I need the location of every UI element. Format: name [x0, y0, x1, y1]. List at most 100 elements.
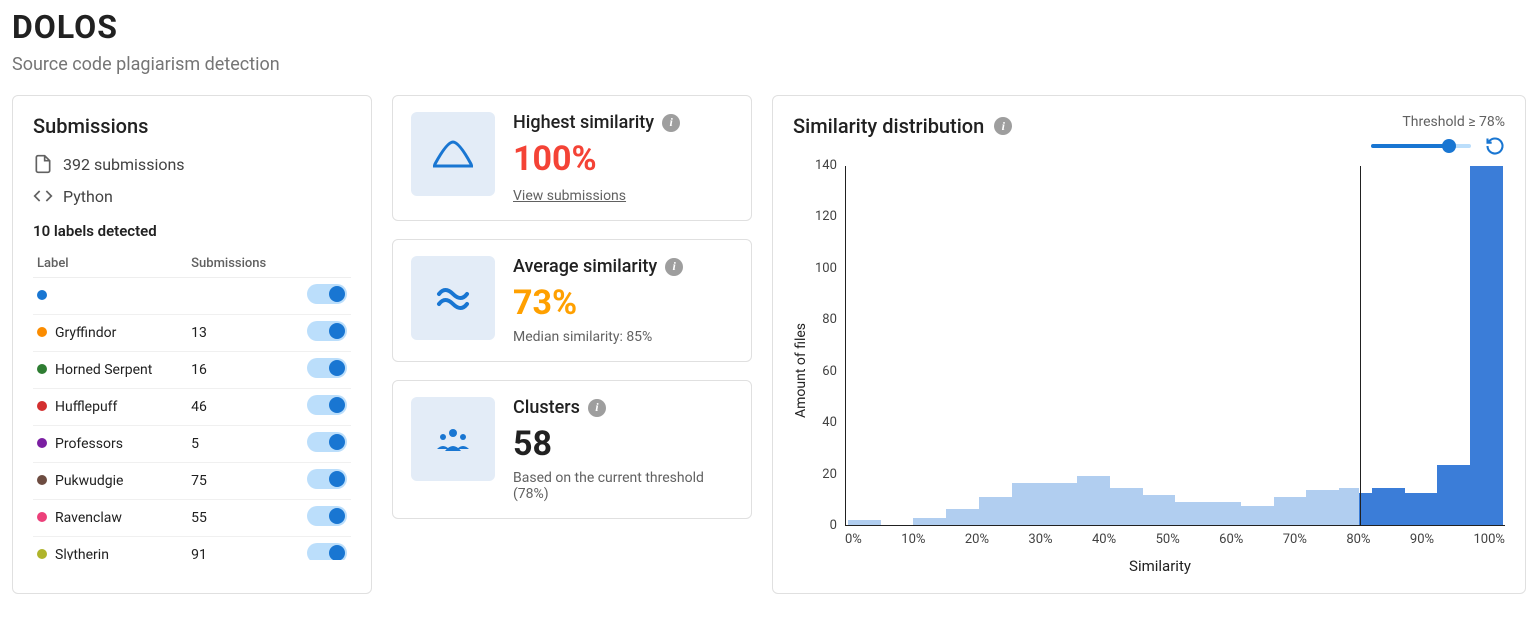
label-toggle[interactable]	[307, 284, 347, 304]
clusters-value: 58	[513, 424, 733, 464]
language-row: Python	[33, 186, 351, 206]
approx-icon-box	[411, 256, 495, 340]
col-label: Label	[33, 250, 187, 278]
histogram-bar	[1437, 465, 1470, 525]
label-name: Horned Serpent	[55, 362, 152, 378]
label-name: Ravenclaw	[55, 510, 122, 526]
submissions-title: Submissions	[33, 114, 351, 138]
label-toggle[interactable]	[307, 395, 347, 415]
file-icon	[33, 154, 53, 174]
histogram-bar	[913, 518, 946, 525]
distribution-icon	[433, 138, 473, 170]
distribution-title: Similarity distribution	[793, 114, 984, 138]
table-row	[33, 278, 351, 315]
label-name: Professors	[55, 436, 123, 452]
highest-value: 100%	[513, 139, 733, 179]
slider-thumb[interactable]	[1442, 139, 1456, 153]
label-count: 5	[187, 426, 291, 463]
histogram-bar	[1077, 476, 1110, 525]
reset-icon[interactable]	[1485, 136, 1505, 156]
histogram-bar	[1175, 502, 1208, 525]
label-name: Hufflepuff	[55, 399, 117, 415]
info-icon[interactable]: i	[588, 399, 606, 417]
clusters-card: Clusters i 58 Based on the current thres…	[392, 380, 752, 519]
histogram-bar	[1274, 497, 1307, 525]
distribution-card: Similarity distribution i Threshold ≥ 78…	[772, 95, 1526, 594]
label-color-dot	[37, 512, 47, 522]
label-toggle[interactable]	[307, 358, 347, 378]
histogram-bar	[1044, 483, 1077, 525]
label-count: 16	[187, 352, 291, 389]
label-count: 46	[187, 389, 291, 426]
table-row: Slytherin 91	[33, 537, 351, 561]
stats-column: Highest similarity i 100% View submissio…	[392, 95, 752, 594]
histogram-bar	[1241, 506, 1274, 525]
histogram-bar	[1110, 488, 1143, 525]
label-color-dot	[37, 327, 47, 337]
label-toggle[interactable]	[307, 321, 347, 341]
label-color-dot	[37, 290, 47, 300]
label-toggle[interactable]	[307, 506, 347, 526]
submissions-card: Submissions 392 submissions Python 10 la…	[12, 95, 372, 594]
average-label: Average similarity	[513, 256, 657, 277]
label-toggle[interactable]	[307, 543, 347, 560]
threshold-slider[interactable]	[1371, 144, 1471, 148]
histogram-bar	[979, 497, 1012, 525]
table-row: Professors 5	[33, 426, 351, 463]
y-axis-ticks: 020406080100120140	[815, 166, 845, 526]
label-color-dot	[37, 549, 47, 559]
chart: Amount of files 020406080100120140 0%10%…	[793, 166, 1505, 575]
app-title: DOLOS	[12, 8, 1526, 46]
approx-icon	[433, 282, 473, 314]
info-icon[interactable]: i	[994, 117, 1012, 135]
labels-scroll[interactable]: Label Submissions Gryffindor13 Horned Ser…	[33, 250, 351, 560]
app-subtitle: Source code plagiarism detection	[12, 54, 1526, 75]
chart-bars	[845, 166, 1505, 526]
table-row: Gryffindor13	[33, 315, 351, 352]
histogram-bar	[1405, 493, 1438, 525]
histogram-bar	[1339, 488, 1359, 525]
average-value: 73%	[513, 283, 733, 323]
view-submissions-link[interactable]: View submissions	[513, 188, 626, 204]
label-count: 13	[187, 315, 291, 352]
histogram-bar	[1372, 488, 1405, 525]
label-count	[187, 278, 291, 315]
label-count: 91	[187, 537, 291, 561]
x-axis-ticks: 0%10%20%30%40%50%60%70%80%90%100%	[815, 532, 1505, 547]
label-count: 55	[187, 500, 291, 537]
clusters-icon-box	[411, 397, 495, 481]
highest-label: Highest similarity	[513, 112, 654, 133]
table-row: Ravenclaw 55	[33, 500, 351, 537]
submissions-count-row: 392 submissions	[33, 154, 351, 174]
clusters-sub: Based on the current threshold (78%)	[513, 470, 733, 502]
label-name: Pukwudgie	[55, 473, 123, 489]
median-text: Median similarity: 85%	[513, 329, 733, 345]
threshold-line	[1360, 166, 1361, 525]
histogram-bar	[946, 509, 979, 525]
labels-detected-title: 10 labels detected	[33, 222, 351, 240]
label-name: Slytherin	[55, 547, 109, 560]
highest-similarity-card: Highest similarity i 100% View submissio…	[392, 95, 752, 221]
label-toggle[interactable]	[307, 469, 347, 489]
table-row: Pukwudgie 75	[33, 463, 351, 500]
distribution-icon-box	[411, 112, 495, 196]
labels-table: Label Submissions Gryffindor13 Horned Ser…	[33, 250, 351, 560]
table-row: Hufflepuff 46	[33, 389, 351, 426]
page-header: DOLOS Source code plagiarism detection	[12, 8, 1526, 75]
clusters-label: Clusters	[513, 397, 580, 418]
info-icon[interactable]: i	[662, 114, 680, 132]
label-count: 75	[187, 463, 291, 500]
label-toggle[interactable]	[307, 432, 347, 452]
label-color-dot	[37, 475, 47, 485]
histogram-bar	[1470, 166, 1503, 525]
histogram-bar	[848, 520, 881, 525]
histogram-bar	[1143, 495, 1176, 525]
info-icon[interactable]: i	[665, 258, 683, 276]
label-color-dot	[37, 401, 47, 411]
group-icon	[433, 423, 473, 455]
label-color-dot	[37, 364, 47, 374]
histogram-bar	[1012, 483, 1045, 525]
threshold-label: Threshold ≥ 78%	[1402, 114, 1505, 130]
y-axis-label: Amount of files	[793, 166, 809, 575]
col-submissions: Submissions	[187, 250, 291, 278]
